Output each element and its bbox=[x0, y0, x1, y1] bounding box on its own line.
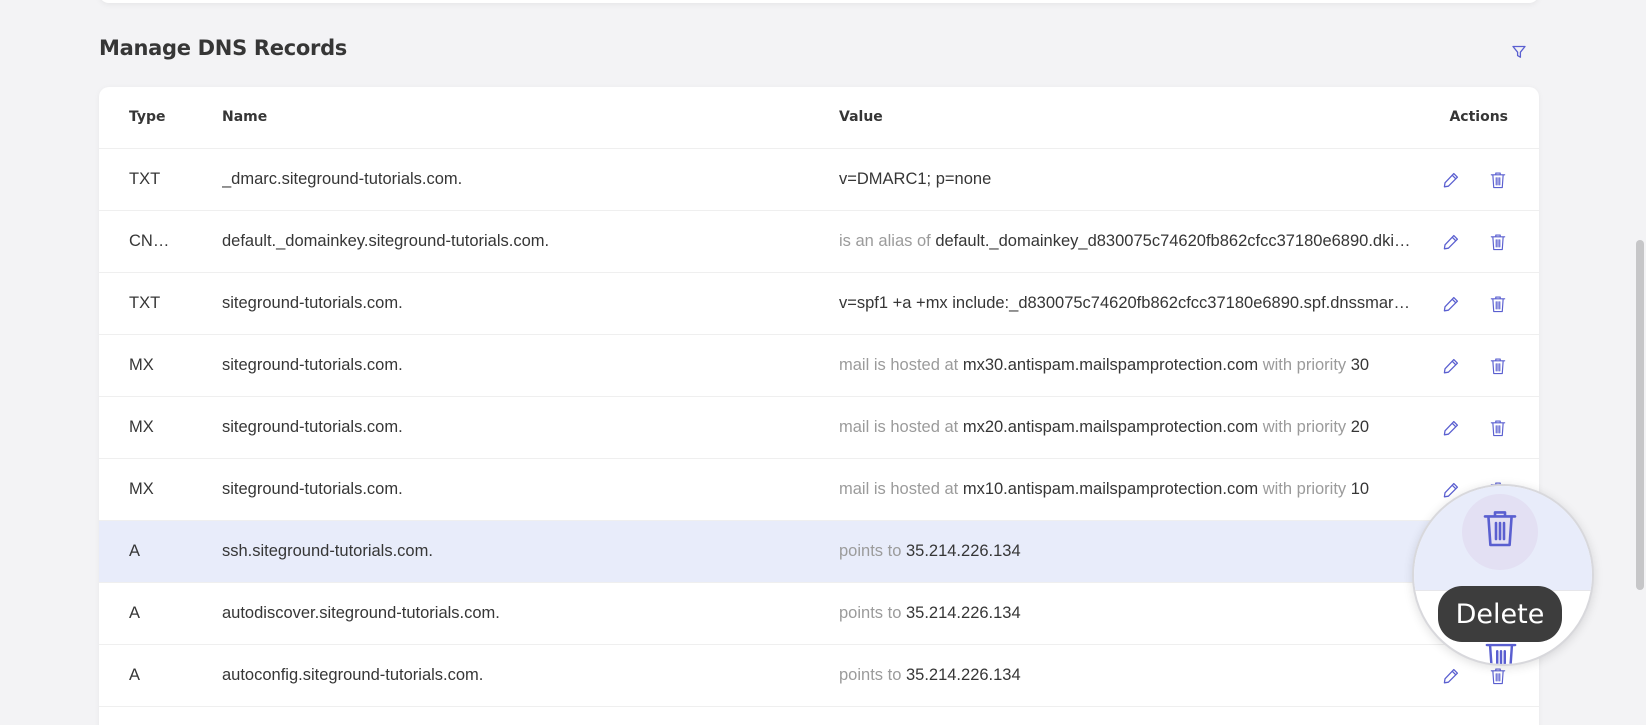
page-title: Manage DNS Records bbox=[99, 36, 347, 60]
record-value-cell: points to 35.214.226.134 bbox=[839, 542, 1414, 561]
value-prefix: is an alias of bbox=[839, 232, 931, 250]
record-priority: 10 bbox=[1350, 480, 1370, 498]
trash-icon bbox=[1490, 668, 1506, 685]
record-type: CNA… bbox=[129, 232, 179, 250]
table-row: TXT siteground-tutorials.com. v=spf1 +a +m… bbox=[99, 273, 1539, 335]
table-body: TXT _dmarc.siteground-tutorials.com. v=DMA… bbox=[99, 149, 1539, 707]
record-priority: 30 bbox=[1350, 356, 1370, 374]
record-value: v=spf1 +a +mx include:_d830075c74620fb86… bbox=[839, 294, 1414, 312]
pencil-icon bbox=[1443, 668, 1459, 684]
value-prefix: points to bbox=[839, 542, 902, 560]
record-value-cell: v=spf1 +a +mx include:_d830075c74620fb86… bbox=[839, 294, 1414, 313]
record-type: A bbox=[129, 604, 141, 622]
record-type: MX bbox=[129, 418, 154, 436]
record-value: 35.214.226.134 bbox=[905, 666, 1021, 684]
value-prefix: points to bbox=[839, 666, 902, 684]
pencil-icon bbox=[1443, 420, 1459, 436]
table-row: TXT _dmarc.siteground-tutorials.com. v=DMA… bbox=[99, 149, 1539, 211]
record-type: TXT bbox=[129, 170, 161, 188]
record-name: ssh.siteground-tutorials.com. bbox=[222, 542, 433, 560]
edit-button[interactable] bbox=[1439, 230, 1463, 254]
edit-button[interactable] bbox=[1439, 664, 1463, 688]
zoom-magnifier: Delete bbox=[1412, 484, 1594, 666]
trash-icon bbox=[1483, 511, 1517, 547]
record-value: v=DMARC1; p=none bbox=[839, 170, 992, 188]
trash-icon bbox=[1485, 643, 1517, 664]
record-value: 35.214.226.134 bbox=[905, 542, 1021, 560]
record-value-cell: points to 35.214.226.134 bbox=[839, 604, 1414, 623]
delete-tooltip: Delete bbox=[1438, 586, 1562, 642]
record-type: MX bbox=[129, 480, 154, 498]
delete-button[interactable] bbox=[1486, 168, 1510, 192]
value-priority-label: with priority bbox=[1262, 356, 1347, 374]
record-name: default._domainkey.siteground-tutorials.… bbox=[222, 232, 550, 250]
trash-icon bbox=[1490, 172, 1506, 189]
header-type: Type bbox=[129, 109, 166, 125]
delete-button[interactable] bbox=[1486, 354, 1510, 378]
record-type: MX bbox=[129, 356, 154, 374]
table-header: Type Name Value Actions bbox=[99, 87, 1539, 149]
table-row: Assh.siteground-tutorials.com. points to … bbox=[99, 521, 1539, 583]
delete-button[interactable] bbox=[1486, 416, 1510, 440]
record-value-cell: is an alias of default._domainkey_d83007… bbox=[839, 232, 1414, 251]
pencil-icon bbox=[1443, 358, 1459, 374]
delete-button[interactable] bbox=[1486, 292, 1510, 316]
record-value: 35.214.226.134 bbox=[905, 604, 1021, 622]
table-row: CNA… default._domainkey.siteground-tutori… bbox=[99, 211, 1539, 273]
trash-icon bbox=[1490, 296, 1506, 313]
record-value: mx20.antispam.mailspamprotection.com bbox=[962, 418, 1259, 436]
edit-button[interactable] bbox=[1439, 292, 1463, 316]
table-row: Aautodiscover.siteground-tutorials.com. p… bbox=[99, 583, 1539, 645]
record-value-cell: mail is hosted at mx30.antispam.mailspam… bbox=[839, 356, 1414, 375]
pencil-icon bbox=[1443, 234, 1459, 250]
delete-button[interactable] bbox=[1486, 664, 1510, 688]
edit-button[interactable] bbox=[1439, 354, 1463, 378]
value-prefix: mail is hosted at bbox=[839, 480, 959, 498]
page-scrollbar[interactable] bbox=[1636, 240, 1644, 590]
value-prefix: mail is hosted at bbox=[839, 418, 959, 436]
dns-records-table: Type Name Value Actions TXT _dmarc.sitegr… bbox=[99, 87, 1539, 725]
value-prefix: points to bbox=[839, 604, 902, 622]
record-name: _dmarc.siteground-tutorials.com. bbox=[222, 170, 463, 188]
table-row: MX siteground-tutorials.com. mail is hoste… bbox=[99, 459, 1539, 521]
record-value-cell: mail is hosted at mx20.antispam.mailspam… bbox=[839, 418, 1414, 437]
edit-button[interactable] bbox=[1439, 416, 1463, 440]
record-type: A bbox=[129, 542, 141, 560]
table-row: MX siteground-tutorials.com. mail is hoste… bbox=[99, 335, 1539, 397]
value-prefix: mail is hosted at bbox=[839, 356, 959, 374]
previous-section-card bbox=[99, 0, 1539, 3]
record-name: siteground-tutorials.com. bbox=[222, 356, 403, 374]
record-value: default._domainkey_d830075c74620fb862cfc… bbox=[935, 232, 1411, 250]
header-name: Name bbox=[222, 109, 268, 125]
record-value: mx10.antispam.mailspamprotection.com bbox=[962, 480, 1259, 498]
record-name: siteground-tutorials.com. bbox=[222, 294, 403, 312]
pencil-icon bbox=[1443, 172, 1459, 188]
table-row: Aautoconfig.siteground-tutorials.com. poi… bbox=[99, 645, 1539, 707]
delete-button[interactable] bbox=[1486, 230, 1510, 254]
record-value: mx30.antispam.mailspamprotection.com bbox=[962, 356, 1259, 374]
trash-icon bbox=[1490, 234, 1506, 251]
header-actions: Actions bbox=[1449, 109, 1508, 125]
filter-icon bbox=[1512, 45, 1526, 58]
record-value-cell: points to 35.214.226.134 bbox=[839, 666, 1414, 685]
record-value-cell: mail is hosted at mx10.antispam.mailspam… bbox=[839, 480, 1414, 499]
value-priority-label: with priority bbox=[1262, 418, 1347, 436]
filter-button[interactable] bbox=[1507, 40, 1531, 64]
trash-icon bbox=[1490, 420, 1506, 437]
pencil-icon bbox=[1443, 296, 1459, 312]
value-priority-label: with priority bbox=[1262, 480, 1347, 498]
trash-icon bbox=[1490, 358, 1506, 375]
record-name: autodiscover.siteground-tutorials.com. bbox=[222, 604, 500, 622]
record-type: A bbox=[129, 666, 141, 684]
record-value-cell: v=DMARC1; p=none bbox=[839, 170, 1414, 189]
record-name: siteground-tutorials.com. bbox=[222, 480, 403, 498]
record-priority: 20 bbox=[1350, 418, 1370, 436]
record-type: TXT bbox=[129, 294, 161, 312]
record-name: siteground-tutorials.com. bbox=[222, 418, 403, 436]
table-row: MX siteground-tutorials.com. mail is hoste… bbox=[99, 397, 1539, 459]
edit-button[interactable] bbox=[1439, 168, 1463, 192]
record-name: autoconfig.siteground-tutorials.com. bbox=[222, 666, 484, 684]
header-value: Value bbox=[839, 109, 883, 125]
